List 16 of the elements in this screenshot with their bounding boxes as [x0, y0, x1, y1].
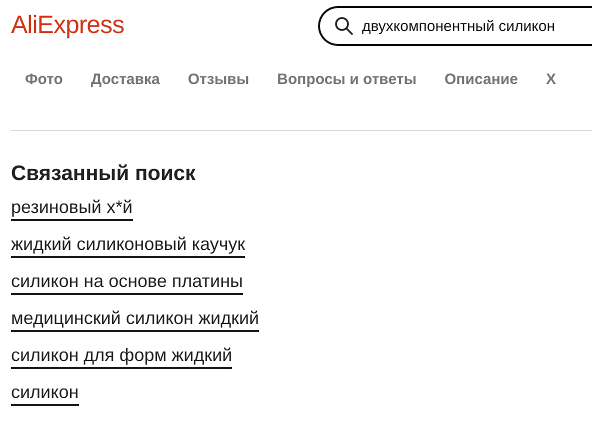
- nav-tab[interactable]: Вопросы и ответы: [277, 70, 417, 90]
- search-link[interactable]: медицинский силикон жидкий: [11, 307, 260, 332]
- logo[interactable]: AliExpress: [11, 10, 318, 40]
- search-link[interactable]: силикон: [11, 381, 79, 406]
- nav-tab[interactable]: Фото: [25, 70, 63, 90]
- section-title: Связанный поиск: [11, 161, 197, 187]
- nav-tab[interactable]: Отзывы: [188, 70, 250, 90]
- search-icon: [334, 16, 354, 36]
- search-link[interactable]: силикон для форм жидкий: [11, 344, 232, 369]
- nav-tab[interactable]: Х: [546, 70, 556, 90]
- nav-tab[interactable]: Описание: [444, 70, 518, 90]
- nav-tab[interactable]: Доставка: [90, 70, 160, 90]
- search-link[interactable]: жидкий силиконовый каучук: [11, 233, 246, 258]
- search-field[interactable]: двухкомпонентный силикон: [318, 6, 592, 46]
- search-link[interactable]: силикон на основе платины: [11, 270, 243, 295]
- search-link[interactable]: резиновый х*й: [11, 196, 132, 221]
